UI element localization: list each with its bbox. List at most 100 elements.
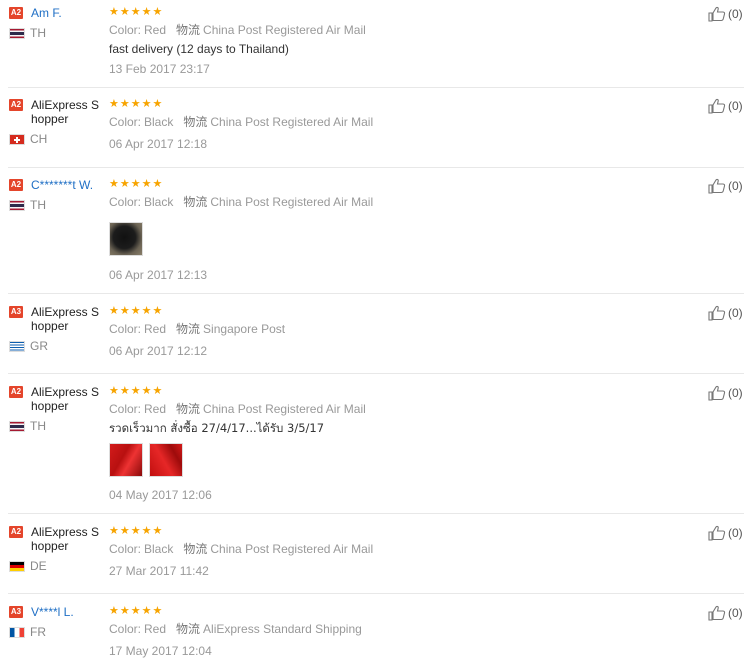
flag-fr-icon xyxy=(9,626,25,638)
review-date: 17 May 2017 12:04 xyxy=(109,644,212,658)
helpful-button[interactable]: (0) xyxy=(708,605,743,621)
star-icon: ★ xyxy=(109,525,119,537)
buyer-level-badge: A3 xyxy=(9,306,23,318)
helpful-button[interactable]: (0) xyxy=(708,178,743,194)
order-info: Color: Black 物流 China Post Registered Air M… xyxy=(109,115,374,129)
helpful-count: (0) xyxy=(728,526,743,540)
star-icon: ★ xyxy=(152,525,163,537)
flag-th-icon xyxy=(9,27,25,39)
reviewer-name: AliExpress Shopper xyxy=(31,385,100,413)
star-icon: ★ xyxy=(152,98,163,110)
divider xyxy=(8,593,744,594)
reviewer-name[interactable]: V****l L. xyxy=(31,605,105,619)
review-date: 27 Mar 2017 11:42 xyxy=(109,564,209,578)
star-icon: ★ xyxy=(130,305,141,317)
thumbs-up-icon xyxy=(708,525,726,541)
star-icon: ★ xyxy=(141,98,152,110)
reviewer: A2 AliExpress Shopper DE xyxy=(9,525,105,573)
star-icon: ★ xyxy=(109,605,119,617)
review-photo-thumbnail[interactable] xyxy=(109,222,143,256)
flag-th-icon xyxy=(9,199,25,211)
thumbs-up-icon xyxy=(708,6,726,22)
star-icon: ★ xyxy=(109,98,119,110)
star-icon: ★ xyxy=(141,605,152,617)
order-info: Color: Black 物流 China Post Registered Air M… xyxy=(109,542,374,556)
buyer-level-badge: A3 xyxy=(9,606,23,618)
country-code: TH xyxy=(30,26,46,40)
star-icon: ★ xyxy=(152,385,163,397)
star-icon: ★ xyxy=(119,6,130,18)
helpful-button[interactable]: (0) xyxy=(708,6,743,22)
helpful-count: (0) xyxy=(728,606,743,620)
star-icon: ★ xyxy=(130,6,141,18)
helpful-count: (0) xyxy=(728,306,743,320)
flag-th-icon xyxy=(9,420,25,432)
helpful-button[interactable]: (0) xyxy=(708,305,743,321)
star-rating: ★ ★ ★ ★ ★ xyxy=(109,6,669,18)
star-rating: ★ ★ ★ ★ ★ xyxy=(109,385,669,397)
reviewer-name: AliExpress Shopper xyxy=(31,98,100,126)
flag-ch-icon xyxy=(9,133,25,145)
shipping-value: AliExpress Standard Shipping xyxy=(203,622,362,636)
star-icon: ★ xyxy=(109,6,119,18)
order-info: Color: Red 物流 China Post Registered Air Mai… xyxy=(109,23,366,37)
feedback: ★ ★ ★ ★ ★ Color: Red 物流 AliExpress Standard Shi… xyxy=(109,605,669,658)
color-value: Red xyxy=(144,622,167,636)
country-code: GR xyxy=(30,339,48,353)
star-icon: ★ xyxy=(141,6,152,18)
star-icon: ★ xyxy=(109,178,119,190)
star-icon: ★ xyxy=(141,178,152,190)
star-icon: ★ xyxy=(119,605,130,617)
helpful-count: (0) xyxy=(728,7,743,21)
flag-gr-icon xyxy=(9,340,25,352)
feedback: ★ ★ ★ ★ ★ Color: Black 物流 China Post Registered… xyxy=(109,98,669,151)
reviewer-name[interactable]: C*******t W. xyxy=(31,178,105,192)
star-rating: ★ ★ ★ ★ ★ xyxy=(109,605,669,617)
shipping-value: China Post Registered Air Mail xyxy=(210,195,374,209)
divider xyxy=(8,513,744,514)
order-info: Color: Red 物流 Singapore Post xyxy=(109,322,286,336)
country-code: FR xyxy=(30,625,46,639)
color-value: Red xyxy=(144,322,167,336)
star-rating: ★ ★ ★ ★ ★ xyxy=(109,178,669,190)
feedback: ★ ★ ★ ★ ★ Color: Red 物流 Singapore Post 06 Apr 2… xyxy=(109,305,669,358)
review-text: รวดเร็วมาก สั่งซื้อ 27/4/17...ได้รับ 3/5… xyxy=(109,421,325,435)
color-value: Black xyxy=(144,195,174,209)
shipping-value: China Post Registered Air Mail xyxy=(203,402,366,416)
reviewer-name: AliExpress Shopper xyxy=(31,525,100,553)
shipping-value: Singapore Post xyxy=(203,322,286,336)
helpful-button[interactable]: (0) xyxy=(708,385,743,401)
country-code: CH xyxy=(30,132,48,146)
helpful-button[interactable]: (0) xyxy=(708,98,743,114)
reviewer-name[interactable]: Am F. xyxy=(31,6,105,20)
star-icon: ★ xyxy=(119,525,130,537)
star-icon: ★ xyxy=(152,178,163,190)
reviewer-name: AliExpress Shopper xyxy=(31,305,100,333)
review-photo-thumbnail[interactable] xyxy=(109,443,143,477)
shipping-value: China Post Registered Air Mail xyxy=(203,23,366,37)
reviewer: A2 AliExpress Shopper CH xyxy=(9,98,105,146)
country-code: TH xyxy=(30,198,46,212)
star-icon: ★ xyxy=(152,305,163,317)
star-icon: ★ xyxy=(119,305,130,317)
review-photo-thumbnail[interactable] xyxy=(149,443,183,477)
buyer-level-badge: A2 xyxy=(9,526,23,538)
review-date: 06 Apr 2017 12:13 xyxy=(109,268,208,282)
star-icon: ★ xyxy=(152,605,163,617)
thumbs-up-icon xyxy=(708,305,726,321)
color-value: Red xyxy=(144,402,167,416)
review-date: 04 May 2017 12:06 xyxy=(109,488,212,502)
color-value: Black xyxy=(144,542,174,556)
star-icon: ★ xyxy=(109,385,119,397)
reviewer: A3 V****l L. FR xyxy=(9,605,105,639)
shipping-value: China Post Registered Air Mail xyxy=(210,542,374,556)
helpful-button[interactable]: (0) xyxy=(708,525,743,541)
star-icon: ★ xyxy=(119,98,130,110)
star-rating: ★ ★ ★ ★ ★ xyxy=(109,525,669,537)
shipping-value: China Post Registered Air Mail xyxy=(210,115,374,129)
feedback: ★ ★ ★ ★ ★ Color: Black 物流 China Post Registered… xyxy=(109,178,669,282)
review-date: 13 Feb 2017 23:17 xyxy=(109,62,210,76)
reviewer: A2 Am F. TH xyxy=(9,6,105,40)
star-icon: ★ xyxy=(141,385,152,397)
review-date: 06 Apr 2017 12:18 xyxy=(109,137,208,151)
